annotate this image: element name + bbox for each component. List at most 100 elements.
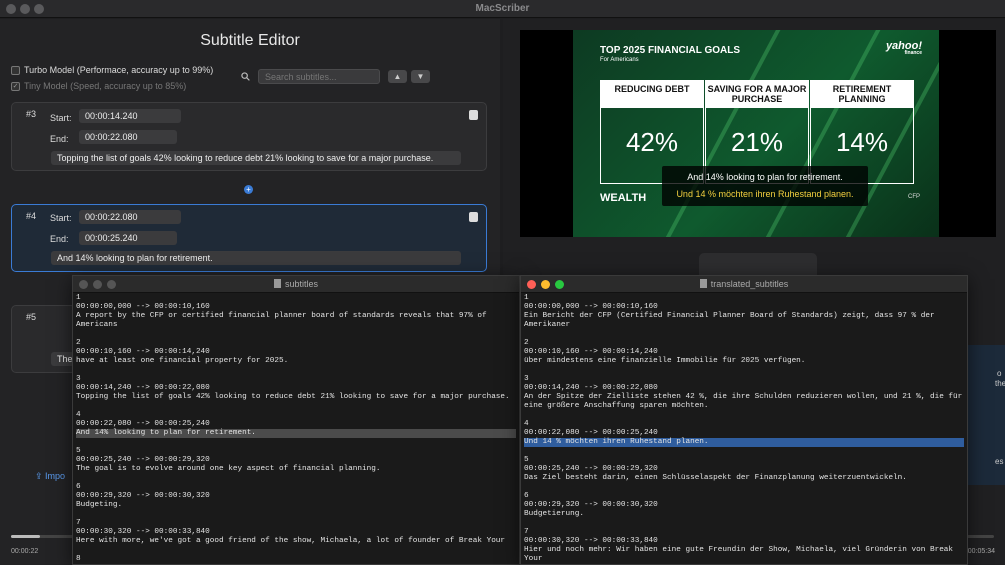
search-icon	[241, 72, 250, 81]
srt-block: 2 00:00:10,160 --> 00:00:14,240 über minde…	[524, 339, 964, 366]
srt-timecode: 00:00:22,080 --> 00:00:25,240	[76, 420, 210, 428]
stat-value: 14%	[835, 127, 889, 157]
srt-timecode: 00:00:25,240 --> 00:00:29,320	[524, 465, 658, 473]
srt-block: 5 00:00:25,240 --> 00:00:29,320 The goal i…	[76, 447, 516, 474]
stat-value: 42%	[625, 127, 679, 157]
srt-text-line: Hier und noch mehr: Wir haben eine gute …	[524, 546, 954, 554]
caption-original: And 14% looking to plan for retirement.	[687, 172, 843, 182]
srt-timecode: 00:00:29,320 --> 00:00:30,320	[524, 501, 658, 509]
close-window-button[interactable]	[527, 280, 536, 289]
srt-index: 3	[524, 375, 529, 383]
srt-timecode: 00:00:10,160 --> 00:00:14,240	[524, 348, 658, 356]
srt-text-line: A report by the CFP or certified financi…	[76, 312, 487, 320]
stat-value: 21%	[730, 127, 784, 157]
srt-text-line: Und 14 % möchten ihren Ruhestand planen.	[524, 438, 964, 447]
add-subtitle-button[interactable]: +	[244, 185, 253, 194]
srt-text-line: An der Spitze der Zielliste stehen 42 %,…	[524, 393, 963, 401]
srt-text-line: have at least one financial property for…	[76, 357, 289, 365]
minimize-window-button[interactable]	[541, 280, 550, 289]
import-label: Impo	[45, 471, 66, 481]
yahoo-finance-logo: yahoo! finance	[885, 40, 922, 56]
end-time-field[interactable]: 00:00:22.080	[79, 130, 177, 144]
srt-index: 1	[524, 294, 529, 302]
srt-text-line: Your	[524, 555, 543, 563]
srt-index: 1	[76, 294, 81, 302]
srt-index: 4	[76, 411, 81, 419]
close-window-button[interactable]	[79, 280, 88, 289]
chevron-down-icon: ▼	[416, 72, 425, 81]
srt-timecode: 00:00:00,000 --> 00:00:10,160	[76, 303, 210, 311]
import-icon: ⇪	[35, 471, 46, 481]
trash-icon[interactable]	[469, 212, 478, 222]
page-title: Subtitle Editor	[200, 32, 300, 49]
info-text: the	[995, 379, 1005, 388]
translated-text-content[interactable]: 1 00:00:00,000 --> 00:00:10,160 Ein Berich…	[521, 293, 967, 564]
turbo-model-checkbox[interactable]	[11, 65, 20, 75]
window-title: subtitles	[284, 279, 319, 289]
start-label: Start:	[50, 113, 72, 123]
srt-block: 3 00:00:14,240 --> 00:00:22,080 An der Spi…	[524, 375, 964, 411]
stat-label: REDUCING DEBT	[601, 81, 703, 108]
srt-index: 7	[524, 528, 529, 536]
srt-timecode: 00:00:14,240 --> 00:00:22,080	[524, 384, 658, 392]
srt-block: 1 00:00:00,000 --> 00:00:10,160 Ein Berich…	[524, 294, 964, 330]
subtitles-text-content[interactable]: 1 00:00:00,000 --> 00:00:10,160 A report b…	[73, 293, 519, 564]
stat-label: RETIREMENT PLANNING	[811, 81, 913, 108]
srt-block: 2 00:00:10,160 --> 00:00:14,240 have at le…	[76, 339, 516, 366]
subtitle-number: #4	[26, 211, 37, 221]
end-time-field[interactable]: 00:00:25.240	[79, 231, 177, 245]
subtitle-text-field[interactable]: Topping the list of goals 42% looking to…	[51, 151, 461, 165]
subtitles-window[interactable]: subtitles 1 00:00:00,000 --> 00:00:10,160…	[72, 275, 520, 565]
srt-text-line: Here with more, we've got a good friend …	[76, 537, 506, 545]
srt-text-line: Budgetierung.	[524, 510, 584, 518]
next-result-button[interactable]: ▼	[411, 70, 430, 83]
search-input[interactable]	[258, 69, 380, 84]
srt-timecode: 00:00:30,320 --> 00:00:33,840	[524, 537, 658, 545]
subtitle-card[interactable]: #3 Start: 00:00:14.240 End: 00:00:22.080…	[11, 102, 487, 171]
document-icon	[699, 279, 707, 288]
app-window: MacScriber Subtitle Editor Turbo Model (…	[0, 0, 1005, 565]
srt-block: 3 00:00:14,240 --> 00:00:22,080 Topping th…	[76, 375, 516, 402]
subtitle-number: #3	[26, 109, 37, 119]
video-player[interactable]: TOP 2025 FINANCIAL GOALS For Americans y…	[520, 30, 996, 237]
srt-index: 7	[76, 519, 81, 527]
srt-text-line: The goal is to evolve around one key asp…	[76, 465, 381, 473]
trash-icon[interactable]	[469, 110, 478, 120]
zoom-window-button[interactable]	[107, 280, 116, 289]
translated-subtitles-window[interactable]: translated_subtitles 1 00:00:00,000 --> 0…	[520, 275, 968, 565]
srt-index: 5	[76, 447, 81, 455]
srt-block: 5 00:00:25,240 --> 00:00:29,320 Das Ziel b…	[524, 456, 964, 483]
minimize-window-button[interactable]	[93, 280, 102, 289]
end-label: End:	[50, 134, 69, 144]
srt-text-line: And 14% looking to plan for retirement.	[76, 429, 516, 438]
import-button[interactable]: ⇪ Impo	[35, 471, 65, 482]
subtitle-text-field[interactable]: And 14% looking to plan for retirement.	[51, 251, 461, 265]
srt-text-line: Topping the list of goals 42% looking to…	[76, 393, 510, 401]
start-label: Start:	[50, 213, 72, 223]
tiny-model-option[interactable]: ✓ Tiny Model (Speed, accuracy up to 85%)	[11, 81, 186, 91]
srt-timecode: 00:00:25,240 --> 00:00:29,320	[76, 456, 210, 464]
srt-text-line: Das Ziel besteht darin, einen Schlüssela…	[524, 474, 907, 482]
video-headline: TOP 2025 FINANCIAL GOALS	[600, 45, 741, 56]
srt-index: 2	[524, 339, 529, 347]
srt-text-line: Budgeting.	[76, 501, 123, 509]
srt-timecode: 00:00:22,080 --> 00:00:25,240	[524, 429, 658, 437]
srt-index: 4	[524, 420, 529, 428]
app-title: MacScriber	[475, 3, 530, 14]
search-bar: ▲ ▼	[241, 69, 430, 84]
tiny-model-checkbox[interactable]: ✓	[11, 81, 20, 91]
previous-result-button[interactable]: ▲	[388, 70, 407, 83]
turbo-model-option[interactable]: Turbo Model (Performace, accuracy up to …	[11, 65, 213, 75]
srt-text-line: Amerikaner	[524, 321, 571, 329]
zoom-window-button[interactable]	[555, 280, 564, 289]
info-text: o	[997, 369, 1002, 378]
end-label: End:	[50, 234, 69, 244]
start-time-field[interactable]: 00:00:22.080	[79, 210, 181, 224]
srt-text-line: eine größere Anschaffung sparen möchten.	[524, 402, 709, 410]
srt-block: 7 00:00:30,320 --> 00:00:33,840 Here with …	[76, 519, 516, 546]
srt-timecode: 00:00:10,160 --> 00:00:14,240	[76, 348, 210, 356]
start-time-field[interactable]: 00:00:14.240	[79, 109, 181, 123]
srt-index: 2	[76, 339, 81, 347]
tiny-model-label: Tiny Model (Speed, accuracy up to 85%)	[24, 81, 187, 91]
subtitle-card-selected[interactable]: #4 Start: 00:00:22.080 End: 00:00:25.240…	[11, 204, 487, 272]
